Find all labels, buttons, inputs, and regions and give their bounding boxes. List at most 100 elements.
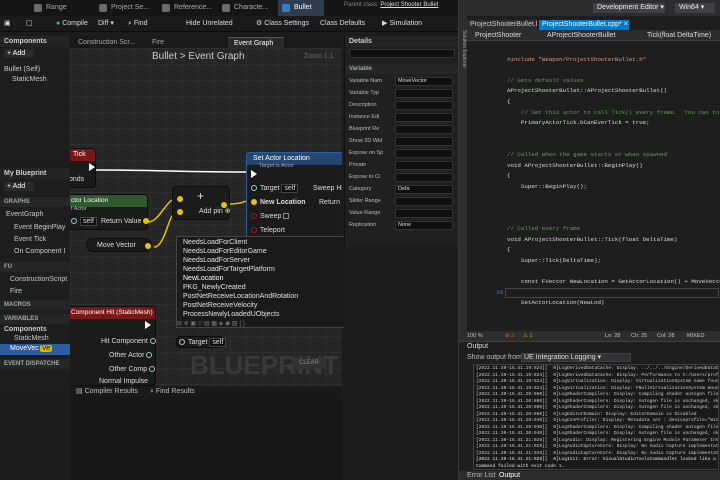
component-staticmesh[interactable]: StaticMesh <box>12 75 47 85</box>
tab-character[interactable]: Characte... <box>218 0 276 16</box>
target-node[interactable]: Target self <box>176 336 227 348</box>
event-dispatchers-section[interactable]: EVENT DISPATCHE <box>0 359 70 369</box>
code-line[interactable]: Super::Tick(DeltaTime); <box>507 256 601 266</box>
tab-fire[interactable]: Fire <box>152 37 164 48</box>
vector-add-node[interactable]: + Add pin ⊕ <box>172 186 231 220</box>
graph-event-tick[interactable]: Event Tick <box>14 235 46 245</box>
hit-component-pin[interactable]: Hit Component <box>101 337 159 347</box>
class-settings-button[interactable]: ⚙ Class Settings <box>256 16 309 32</box>
tab-bullet-cpp[interactable]: ProjectShooterBullet.cpp* × <box>539 20 629 30</box>
tab-project-settings[interactable]: Project Se... <box>95 0 157 16</box>
macros-section[interactable]: MACROS <box>0 300 70 310</box>
tab-compiler-results[interactable]: ▤ Compiler Results <box>76 387 138 396</box>
details-row-value[interactable]: MoveVector <box>395 77 453 86</box>
other-comp-pin[interactable]: Other Comp <box>109 365 158 375</box>
tab-reference[interactable]: Reference... <box>158 0 216 16</box>
code-line[interactable]: // Sets default values <box>507 76 584 86</box>
tab-bullet[interactable]: Bullet <box>278 0 324 16</box>
code-line[interactable]: // Called every frame <box>507 224 580 234</box>
hide-unrelated-button[interactable]: Hide Unrelated <box>186 16 233 32</box>
tab-bullet-h[interactable]: ProjectShooterBullet.h <box>467 20 537 30</box>
sweep-hit-pin[interactable]: Sweep Hi <box>313 184 342 194</box>
code-line[interactable]: // Called when the game starts or when s… <box>507 150 667 160</box>
close-icon[interactable]: × <box>624 21 628 28</box>
details-row-value[interactable]: None <box>395 221 453 230</box>
class-defaults-button[interactable]: Class Defaults <box>320 16 365 32</box>
tab-range[interactable]: Range <box>30 0 92 16</box>
code-line[interactable]: SetActorLocation(NewLod) <box>507 298 605 308</box>
class-dropdown[interactable]: AProjectShooterBullet <box>547 31 639 40</box>
details-row-value[interactable] <box>395 137 453 146</box>
teleport-pin[interactable]: Teleport <box>251 226 285 236</box>
parent-class-link[interactable]: Project Shooter Bullet <box>380 2 438 8</box>
details-row-value[interactable] <box>395 161 453 170</box>
target-pin[interactable]: Target self <box>179 338 227 348</box>
completion-item-selected[interactable]: NewLocation <box>183 274 223 283</box>
completion-item[interactable]: NeedsLoadForClient <box>183 238 247 247</box>
vector-input-pin-b[interactable] <box>177 209 183 215</box>
project-dropdown[interactable]: ProjectShooter <box>475 31 535 40</box>
warning-count[interactable]: ⚠ 1 <box>523 331 533 341</box>
graph-eventgraph[interactable]: EventGraph <box>6 210 43 220</box>
tab-find-results[interactable]: ⌕ Find Results <box>150 387 195 396</box>
completion-item[interactable]: NeedsLoadForTargetPlatform <box>183 265 275 274</box>
configuration-dropdown[interactable]: Development Editor ▾ <box>593 3 665 13</box>
variables-section[interactable]: VARIABLES <box>0 314 70 324</box>
save-icon[interactable]: ▣ <box>4 16 11 32</box>
completion-item[interactable]: PostNetReceiveVelocity <box>183 301 257 310</box>
graphs-section[interactable]: GRAPHS <box>0 197 70 207</box>
browse-icon[interactable]: ▢ <box>26 16 33 32</box>
normal-impulse-pin[interactable]: Normal Impulse <box>99 377 148 386</box>
new-location-pin[interactable]: New Location <box>251 198 306 208</box>
details-row-value[interactable] <box>395 149 453 158</box>
delta-seconds-pin[interactable]: onds <box>70 175 84 185</box>
tab-event-graph[interactable]: Event Graph <box>228 37 284 48</box>
code-line[interactable]: Super::BeginPlay(); <box>507 182 587 192</box>
tab-error-list[interactable]: Error List <box>467 471 495 480</box>
functions-section[interactable]: FU <box>0 262 70 272</box>
code-line[interactable]: { <box>507 97 510 107</box>
target-pin[interactable]: Target self <box>251 184 299 194</box>
output-log[interactable]: [2022.11.30-15.41.19:824][ 0]LogDerivedD… <box>473 364 719 470</box>
set-actor-location-node[interactable]: Set Actor Location Target is Actor Targe… <box>246 152 342 238</box>
zoom-level[interactable]: 100 % <box>467 331 483 341</box>
solution-explorer-tab[interactable]: Solution Explorer <box>459 30 467 68</box>
code-line[interactable]: #include "Weapon/ProjectShooterBullet.h" <box>507 55 646 65</box>
sweep-pin[interactable]: Sweep <box>251 212 290 222</box>
target-self-pin[interactable]: self <box>71 217 97 227</box>
event-tick-node[interactable]: Tick onds <box>70 148 96 188</box>
diff-button[interactable]: Diff ▾ <box>98 16 114 32</box>
error-count[interactable]: ⊗ 2 <box>505 331 514 341</box>
tab-construction-script[interactable]: Construction Scr... <box>78 37 135 48</box>
code-line[interactable]: { <box>507 245 510 255</box>
event-graph-canvas[interactable]: Bullet > Event Graph Zoom 1:1 BLUEPRINT … <box>70 48 342 386</box>
details-row-value[interactable] <box>395 89 453 98</box>
code-line[interactable]: AProjectShooterBullet::AProjectShooterBu… <box>507 86 667 96</box>
function-fire[interactable]: Fire <box>10 287 22 297</box>
variable-staticmesh[interactable]: StaticMesh <box>14 334 49 344</box>
tab-output[interactable]: Output <box>499 471 520 480</box>
completion-item[interactable]: NeedsLoadForEditorGame <box>183 247 267 256</box>
simulation-button[interactable]: ▶ Simulation <box>382 16 422 32</box>
code-line[interactable]: // Set this actor to call Tick() every f… <box>507 108 720 118</box>
function-constructionscript[interactable]: ConstructionScript <box>10 275 67 285</box>
completion-item[interactable]: PostNetReceiveLocationAndRotation <box>183 292 298 301</box>
details-row-value[interactable]: Defa <box>395 185 453 194</box>
details-row-value[interactable] <box>395 125 453 134</box>
completion-item[interactable]: ProcessNewlyLoadedUObjects <box>183 310 280 319</box>
return-pin[interactable]: Return <box>319 198 340 208</box>
completion-item[interactable]: PKG_NewlyCreated <box>183 283 246 292</box>
code-line[interactable]: const FVector NewLocation = GetActorLoca… <box>507 277 720 287</box>
selected-variable-row[interactable]: MoveVec Ve <box>0 344 70 355</box>
move-vector-variable-node[interactable]: Move Vector <box>86 238 152 252</box>
other-actor-pin[interactable]: Other Actor <box>109 351 155 361</box>
details-row-value[interactable] <box>395 113 453 122</box>
code-line[interactable]: void AProjectShooterBullet::BeginPlay() <box>507 161 643 171</box>
return-value-pin[interactable]: Return Value <box>101 217 152 227</box>
output-source-dropdown[interactable]: UE Integration Logging ▾ <box>521 353 631 362</box>
graph-event-beginplay[interactable]: Event BeginPlay <box>14 223 65 233</box>
get-actor-location-node[interactable]: ctor Location t Actor self Return Value <box>70 194 150 230</box>
vector-pin-icon[interactable] <box>145 243 151 249</box>
exec-input-pin[interactable] <box>251 170 260 180</box>
details-row-value[interactable] <box>395 101 453 110</box>
